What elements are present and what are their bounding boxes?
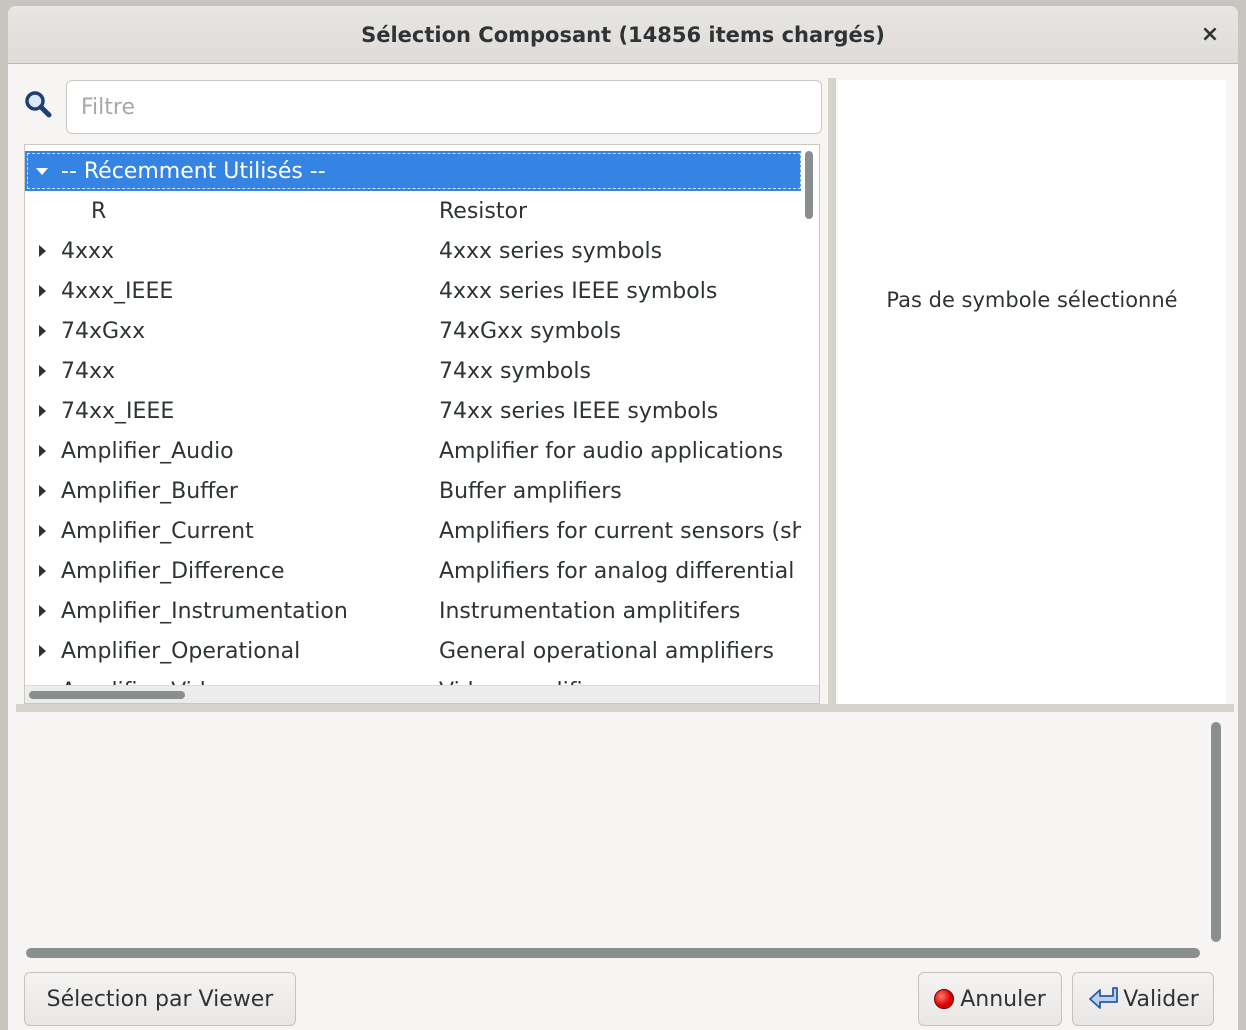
preview-empty-text: Pas de symbole sélectionné [886,288,1178,312]
expander-expanded-icon[interactable] [35,164,49,178]
details-horizontal-scrollbar[interactable] [24,948,1204,958]
details-panel [24,716,1220,960]
search-icon [25,91,52,118]
expander-collapsed-icon[interactable] [35,324,49,338]
cancel-label: Annuler [960,986,1046,1012]
tree-row[interactable]: Amplifier_Instrumentation Instrumentation… [25,591,803,631]
tree-row[interactable]: Amplifier_Audio Amplifier for audio appli… [25,431,803,471]
tree-row[interactable]: 74xx 74xx symbols [25,351,803,391]
expander-collapsed-icon[interactable] [35,444,49,458]
expander-collapsed-icon[interactable] [35,244,49,258]
tree-row-name: R [91,198,107,224]
tree-row[interactable]: Amplifier_Buffer Buffer amplifiers [25,471,803,511]
details-horizontal-scroll-thumb[interactable] [26,948,1200,958]
vertical-pane-splitter[interactable] [828,78,836,704]
tree-row-name: Amplifier_Operational [61,638,301,664]
tree-row-description: 74xGxx symbols [439,318,622,344]
symbol-chooser-dialog: Sélection Composant (14856 items chargés… [8,6,1238,1030]
select-by-viewer-label: Sélection par Viewer [46,986,274,1012]
expander-collapsed-icon[interactable] [35,484,49,498]
tree-row-name: -- Récemment Utilisés -- [61,158,326,184]
details-vertical-scrollbar[interactable] [1210,722,1222,942]
expander-collapsed-icon[interactable] [35,404,49,418]
tree-horizontal-scroll-thumb[interactable] [29,691,185,699]
expander-collapsed-icon[interactable] [35,644,49,658]
tree-row-name: 4xxx_IEEE [61,278,174,304]
close-icon: × [1200,21,1220,47]
tree-row-name: Amplifier_Instrumentation [61,598,348,624]
component-tree[interactable]: -- Récemment Utilisés -- R Resistor 4xxx 4xx… [24,144,820,704]
tree-row-description: 74xx symbols [439,358,591,384]
tree-row[interactable]: -- Récemment Utilisés -- [25,151,803,191]
tree-row-description: 4xxx series symbols [439,238,663,264]
tree-row[interactable]: R Resistor [25,191,803,231]
tree-row-name: 74xx [61,358,116,384]
details-vertical-scroll-thumb[interactable] [1211,722,1221,942]
expander-collapsed-icon[interactable] [35,564,49,578]
tree-row-description: Instrumentation amplitifers [439,598,741,624]
expander-collapsed-icon[interactable] [35,524,49,538]
ok-label: Valider [1123,986,1199,1012]
tree-row-description: Amplifiers for current sensors (shu [439,518,803,544]
tree-row[interactable]: Amplifier_Operational General operational… [25,631,803,671]
expander-collapsed-icon[interactable] [35,604,49,618]
tree-row-name: Amplifier_Buffer [61,478,238,504]
filter-input[interactable] [66,80,822,134]
tree-row-name: Amplifier_Audio [61,438,234,464]
expander-collapsed-icon[interactable] [35,364,49,378]
tree-row-name: 74xGxx [61,318,146,344]
tree-row[interactable]: Amplifier_Difference Amplifiers for analo… [25,551,803,591]
cancel-button[interactable]: Annuler [918,972,1062,1026]
tree-row[interactable]: Amplifier_Current Amplifiers for current … [25,511,803,551]
tree-row-description: 74xx series IEEE symbols [439,398,719,424]
ok-button[interactable]: Valider [1072,972,1214,1026]
tree-vertical-scrollbar[interactable] [801,145,819,685]
tree-row[interactable]: 4xxx 4xxx series symbols [25,231,803,271]
tree-row[interactable]: 4xxx_IEEE 4xxx series IEEE symbols [25,271,803,311]
tree-row-description: Buffer amplifiers [439,478,622,504]
tree-row-description: Amplifiers for analog differential s [439,558,803,584]
cancel-icon [934,989,955,1009]
tree-row-name: 74xx_IEEE [61,398,175,424]
tree-row-description: Amplifier for audio applications [439,438,784,464]
tree-row-description: General operational amplifiers [439,638,774,664]
tree-row[interactable]: 74xGxx 74xGxx symbols [25,311,803,351]
tree-row[interactable]: 74xx_IEEE 74xx series IEEE symbols [25,391,803,431]
tree-row-description: 4xxx series IEEE symbols [439,278,718,304]
tree-vertical-scroll-thumb[interactable] [805,151,813,219]
window-title: Sélection Composant (14856 items chargés… [361,22,885,47]
select-by-viewer-button[interactable]: Sélection par Viewer [24,972,296,1026]
title-bar: Sélection Composant (14856 items chargés… [8,6,1238,64]
tree-row-name: Amplifier_Difference [61,558,285,584]
tree-row-description: Resistor [439,198,527,224]
expander-collapsed-icon[interactable] [35,284,49,298]
symbol-preview-panel: Pas de symbole sélectionné [838,80,1226,704]
close-button[interactable]: × [1196,20,1224,48]
horizontal-pane-splitter[interactable] [16,704,1234,712]
enter-arrow-icon [1089,987,1119,1009]
tree-row-name: 4xxx [61,238,115,264]
tree-horizontal-scrollbar[interactable] [25,685,819,703]
tree-row-name: Amplifier_Current [61,518,254,544]
